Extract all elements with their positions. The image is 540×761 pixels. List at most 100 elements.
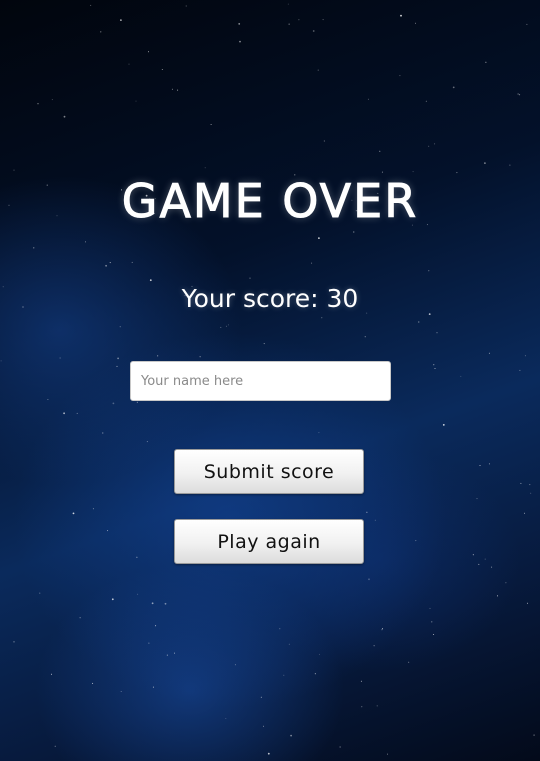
- star: [146, 441, 148, 443]
- star: [79, 617, 81, 619]
- star: [367, 98, 369, 100]
- star: [364, 336, 366, 338]
- star: [267, 752, 270, 755]
- star: [360, 680, 362, 682]
- star: [136, 556, 138, 558]
- game-over-title: GAME OVER: [121, 174, 419, 229]
- star: [476, 498, 478, 500]
- star: [456, 172, 458, 174]
- star: [478, 563, 480, 565]
- star: [312, 30, 315, 32]
- star: [151, 602, 154, 605]
- star: [136, 401, 138, 403]
- star: [509, 164, 511, 166]
- star: [526, 23, 528, 25]
- star: [428, 313, 431, 315]
- star: [63, 115, 66, 118]
- star: [361, 706, 363, 708]
- star: [263, 725, 264, 727]
- star: [171, 88, 173, 90]
- star: [529, 484, 531, 486]
- star: [442, 424, 445, 426]
- star: [234, 664, 236, 666]
- star: [148, 642, 150, 644]
- star: [524, 512, 525, 514]
- star: [428, 270, 430, 272]
- star: [472, 554, 474, 556]
- star: [210, 124, 212, 125]
- star: [283, 674, 285, 676]
- star: [479, 465, 481, 466]
- star: [530, 492, 532, 494]
- star: [425, 100, 427, 102]
- star: [298, 19, 300, 21]
- star: [102, 432, 104, 434]
- star: [63, 412, 65, 415]
- star: [47, 399, 49, 400]
- star: [408, 661, 410, 663]
- star: [429, 607, 431, 609]
- star: [54, 745, 56, 747]
- play-again-button[interactable]: Play again: [174, 519, 364, 564]
- score-display: Your score: 30: [181, 284, 359, 313]
- star: [399, 75, 401, 77]
- star: [174, 652, 175, 654]
- star: [120, 19, 122, 21]
- star: [161, 69, 163, 70]
- star: [131, 261, 133, 263]
- star: [415, 540, 417, 542]
- star: [120, 691, 122, 692]
- star: [433, 634, 435, 635]
- star: [0, 360, 2, 362]
- star: [119, 326, 121, 328]
- star: [111, 598, 114, 601]
- star: [249, 277, 251, 279]
- star: [376, 705, 378, 707]
- star: [415, 22, 416, 24]
- star: [436, 332, 438, 334]
- star: [520, 482, 522, 484]
- star: [100, 31, 102, 33]
- star: [13, 169, 15, 171]
- star: [109, 262, 111, 264]
- star: [317, 69, 319, 71]
- star: [418, 321, 420, 323]
- star: [177, 89, 179, 91]
- star: [400, 14, 402, 17]
- star: [431, 621, 433, 623]
- star: [105, 264, 107, 267]
- star: [318, 653, 320, 655]
- star: [322, 19, 324, 21]
- star: [323, 140, 325, 142]
- star: [412, 171, 414, 173]
- star: [339, 746, 341, 748]
- star: [353, 231, 355, 233]
- star: [527, 602, 528, 604]
- star: [533, 734, 535, 736]
- star: [374, 519, 376, 521]
- star: [321, 317, 323, 319]
- star: [318, 237, 320, 240]
- star: [387, 753, 388, 755]
- star: [76, 412, 78, 414]
- star: [155, 625, 157, 627]
- star: [220, 326, 222, 328]
- star: [128, 63, 130, 65]
- star: [497, 595, 498, 597]
- player-name-input[interactable]: [130, 361, 391, 401]
- star: [13, 641, 15, 643]
- star: [199, 356, 201, 358]
- star: [428, 145, 430, 147]
- star: [318, 432, 320, 434]
- star: [382, 628, 383, 630]
- submit-score-button[interactable]: Submit score: [174, 449, 364, 494]
- star: [314, 673, 316, 675]
- star: [505, 582, 507, 584]
- star: [434, 368, 436, 369]
- star: [524, 355, 526, 357]
- star: [488, 352, 490, 354]
- star: [92, 682, 94, 684]
- star: [366, 511, 368, 513]
- star: [288, 643, 290, 645]
- star: [290, 734, 292, 737]
